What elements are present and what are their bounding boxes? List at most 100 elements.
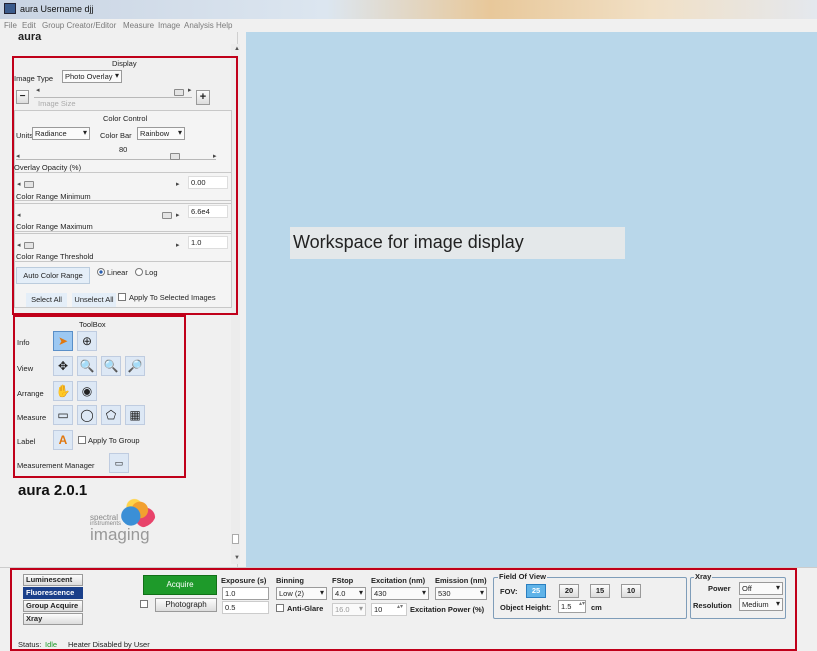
opacity-thumb[interactable] bbox=[170, 153, 180, 160]
apply-group-label: Apply To Group bbox=[88, 436, 140, 445]
binning-select[interactable]: Low (2) bbox=[276, 587, 327, 600]
thr-left-arrow-icon[interactable]: ◂ bbox=[17, 241, 21, 249]
eye-icon[interactable]: ◉ bbox=[77, 381, 97, 401]
menu-help[interactable]: Help bbox=[216, 21, 232, 30]
mode-fluorescence[interactable]: Fluorescence bbox=[23, 587, 83, 599]
min-left-arrow-icon[interactable]: ◂ bbox=[17, 180, 21, 188]
unselect-all-button[interactable]: Unselect All bbox=[72, 293, 116, 307]
workspace-label: Workspace for image display bbox=[290, 227, 625, 259]
menu-edit[interactable]: Edit bbox=[22, 21, 36, 30]
menu-file[interactable]: File bbox=[4, 21, 17, 30]
select-all-button[interactable]: Select All bbox=[26, 293, 67, 307]
xray-power-select[interactable]: Off bbox=[739, 582, 783, 595]
binning-label: Binning bbox=[276, 576, 304, 585]
exposure-input-1[interactable]: 1.0 bbox=[222, 587, 269, 600]
measurement-manager-icon[interactable]: ▭ bbox=[109, 453, 129, 473]
xray-resolution-label: Resolution bbox=[693, 601, 732, 610]
menu-measure[interactable]: Measure bbox=[123, 21, 154, 30]
opacity-label: Overlay Opacity (%) bbox=[14, 163, 82, 172]
max-value-input[interactable]: 6.6e4 bbox=[188, 205, 228, 218]
menu-image[interactable]: Image bbox=[158, 21, 180, 30]
xray-legend: Xray bbox=[694, 572, 713, 581]
fstop-select-2[interactable]: 16.0 bbox=[332, 603, 366, 616]
image-type-label: Image Type bbox=[14, 74, 54, 83]
freehand-roi-icon[interactable]: ⬠ bbox=[101, 405, 121, 425]
mode-luminescent[interactable]: Luminescent bbox=[23, 574, 83, 586]
zoom-in-icon[interactable]: 🔍 bbox=[77, 356, 97, 376]
spinner-arrows-icon[interactable]: ▴▾ bbox=[397, 603, 403, 610]
photograph-button[interactable]: Photograph bbox=[155, 598, 217, 612]
linear-radio[interactable] bbox=[97, 268, 105, 276]
max-left-arrow-icon[interactable]: ◂ bbox=[17, 211, 21, 219]
emission-select[interactable]: 530 bbox=[435, 587, 487, 600]
height-spinner-icon[interactable]: ▴▾ bbox=[579, 600, 585, 607]
exposure-input-2[interactable]: 0.5 bbox=[222, 601, 269, 614]
crosshair-icon[interactable]: ⊕ bbox=[77, 331, 97, 351]
xray-resolution-select[interactable]: Medium bbox=[739, 598, 783, 611]
image-size-plus-button[interactable]: + bbox=[196, 90, 210, 105]
thr-thumb[interactable] bbox=[24, 242, 34, 249]
image-size-label: Image Size bbox=[38, 99, 76, 108]
menu-bar: File Edit Group Creator/Editor Measure I… bbox=[0, 19, 817, 32]
fov-15-button[interactable]: 15 bbox=[590, 584, 610, 598]
workspace[interactable] bbox=[246, 32, 817, 567]
slider-left-arrow-icon[interactable]: ◂ bbox=[36, 86, 40, 94]
rectangle-roi-icon[interactable]: ▭ bbox=[53, 405, 73, 425]
fov-10-button[interactable]: 10 bbox=[621, 584, 641, 598]
thr-label: Color Range Threshold bbox=[16, 252, 94, 261]
min-thumb[interactable] bbox=[24, 181, 34, 188]
opacity-slider[interactable] bbox=[16, 150, 216, 160]
min-value-input[interactable]: 0.00 bbox=[188, 176, 228, 189]
menu-analysis[interactable]: Analysis bbox=[184, 21, 214, 30]
image-size-slider[interactable] bbox=[34, 88, 192, 98]
ellipse-roi-icon[interactable]: ◯ bbox=[77, 405, 97, 425]
anti-glare-label: Anti-Glare bbox=[287, 604, 324, 613]
units-label: Units bbox=[16, 131, 34, 140]
scroll-thumb[interactable] bbox=[232, 534, 239, 544]
app-icon bbox=[4, 3, 16, 14]
fov-20-button[interactable]: 20 bbox=[559, 584, 579, 598]
mode-group-acquire[interactable]: Group Acquire bbox=[23, 600, 83, 612]
zoom-fit-icon[interactable]: 🔎 bbox=[125, 356, 145, 376]
pointer-icon[interactable]: ➤ bbox=[53, 331, 73, 351]
scroll-up-arrow-icon[interactable]: ▲ bbox=[234, 46, 240, 52]
auto-color-range-button[interactable]: Auto Color Range bbox=[16, 267, 90, 284]
scroll-down-arrow-icon[interactable]: ▼ bbox=[234, 555, 240, 561]
slider-right-arrow-icon[interactable]: ▸ bbox=[188, 86, 192, 94]
log-radio[interactable] bbox=[135, 268, 143, 276]
zoom-out-icon[interactable]: 🔍 bbox=[101, 356, 121, 376]
min-right-arrow-icon[interactable]: ▸ bbox=[176, 180, 180, 188]
fstop-select[interactable]: 4.0 bbox=[332, 587, 366, 600]
color-bar-select[interactable]: Rainbow bbox=[137, 127, 185, 140]
grid-roi-icon[interactable]: ▦ bbox=[125, 405, 145, 425]
app-name: aura bbox=[18, 31, 42, 43]
units-select[interactable]: Radiance bbox=[32, 127, 90, 140]
max-thumb[interactable] bbox=[162, 212, 172, 219]
opacity-left-arrow-icon[interactable]: ◂ bbox=[16, 152, 20, 160]
label-label: Label bbox=[17, 437, 36, 446]
menu-group-creator[interactable]: Group Creator/Editor bbox=[42, 21, 116, 30]
pan-icon[interactable]: ✥ bbox=[53, 356, 73, 376]
image-size-thumb[interactable] bbox=[174, 89, 184, 96]
opacity-right-arrow-icon[interactable]: ▸ bbox=[213, 152, 217, 160]
fov-25-button[interactable]: 25 bbox=[526, 584, 546, 598]
photograph-checkbox[interactable] bbox=[140, 600, 148, 608]
text-label-icon[interactable]: A bbox=[53, 430, 73, 450]
anti-glare-checkbox[interactable] bbox=[276, 604, 284, 612]
mode-xray[interactable]: Xray bbox=[23, 613, 83, 625]
emission-label: Emission (nm) bbox=[435, 576, 487, 585]
max-right-arrow-icon[interactable]: ▸ bbox=[176, 211, 180, 219]
display-title: Display bbox=[112, 59, 137, 68]
thr-value-input[interactable]: 1.0 bbox=[188, 236, 228, 249]
apply-group-checkbox[interactable] bbox=[78, 436, 86, 444]
image-type-select[interactable]: Photo Overlay bbox=[62, 70, 122, 83]
acquire-button[interactable]: Acquire bbox=[143, 575, 217, 595]
excitation-select[interactable]: 430 bbox=[371, 587, 429, 600]
height-unit: cm bbox=[591, 603, 602, 612]
apply-selected-checkbox[interactable] bbox=[118, 293, 126, 301]
exposure-label: Exposure (s) bbox=[221, 576, 267, 585]
image-size-minus-button[interactable]: − bbox=[16, 90, 29, 104]
hand-icon[interactable]: ✋ bbox=[53, 381, 73, 401]
min-label: Color Range Minimum bbox=[16, 192, 91, 201]
thr-right-arrow-icon[interactable]: ▸ bbox=[176, 241, 180, 249]
